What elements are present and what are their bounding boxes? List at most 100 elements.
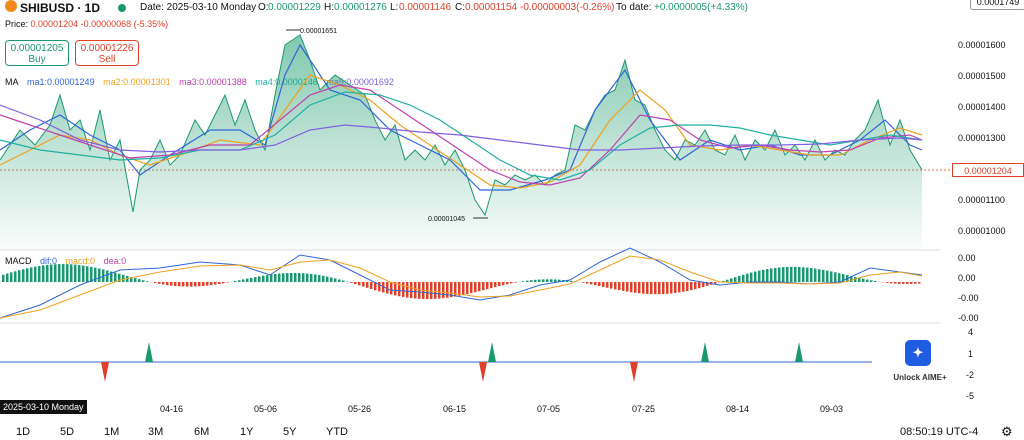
macd-bar — [602, 282, 605, 287]
x-axis-label: 07-05 — [537, 404, 560, 414]
macd-bar — [26, 268, 29, 282]
macd-bar — [318, 275, 321, 282]
macd-value: macd:0 — [66, 256, 96, 266]
macd-bar — [338, 279, 341, 282]
price-axis-label: 0.00001400 — [958, 102, 1018, 112]
macd-bar — [134, 278, 137, 282]
macd-bar — [786, 267, 789, 282]
macd-bar — [314, 274, 317, 282]
macd-bar — [826, 271, 829, 282]
macd-bar — [910, 282, 913, 284]
macd-bar — [686, 282, 689, 291]
macd-bar — [670, 282, 673, 293]
macd-bar — [182, 282, 185, 286]
timeframe-1m[interactable]: 1M — [104, 426, 119, 438]
macd-bar — [874, 281, 877, 282]
macd-bar — [630, 282, 633, 292]
buy-signal-icon — [701, 342, 709, 362]
current-price-badge: 0.00001204 — [952, 163, 1024, 177]
macd-bar — [726, 280, 729, 282]
macd-bar — [466, 282, 469, 294]
macd-bar — [486, 282, 489, 289]
macd-bar — [886, 282, 889, 283]
macd-bar — [246, 279, 249, 282]
macd-bar — [782, 267, 785, 282]
macd-axis-label: 0.00 — [958, 273, 1018, 283]
macd-bar — [470, 282, 473, 293]
timeframe-5d[interactable]: 5D — [60, 426, 74, 438]
macd-bar — [750, 273, 753, 282]
macd-bar — [638, 282, 641, 293]
macd-bar — [78, 265, 81, 282]
macd-bar — [866, 280, 869, 282]
macd-bar — [290, 273, 293, 282]
macd-bar — [298, 273, 301, 282]
macd-bar — [438, 282, 441, 299]
macd-bar — [250, 278, 253, 282]
macd-bar — [694, 282, 697, 289]
macd-bar — [682, 282, 685, 292]
timeframe-1d[interactable]: 1D — [16, 426, 30, 438]
macd-bar — [770, 268, 773, 282]
timeframe-1y[interactable]: 1Y — [240, 426, 253, 438]
macd-bar — [906, 282, 909, 284]
x-axis-label: 08-14 — [726, 404, 749, 414]
macd-bar — [122, 275, 125, 282]
macd-bar — [570, 281, 573, 282]
aime-logo-icon[interactable]: ✦ — [905, 340, 931, 366]
macd-legend: MACD dif:0 macd:0 dea:0 — [5, 256, 132, 266]
macd-bar — [690, 282, 693, 290]
macd-bar — [462, 282, 465, 295]
macd-bar — [526, 281, 529, 282]
macd-bar — [190, 282, 193, 287]
macd-bar — [330, 277, 333, 282]
price-chart[interactable]: 0.00001651 0.00001045 — [0, 0, 1024, 438]
macd-bar — [310, 274, 313, 282]
price-axis-label: 0.00001500 — [958, 71, 1018, 81]
macd-bar — [454, 282, 457, 297]
unlock-aime-link[interactable]: Unlock AIME+ — [880, 373, 960, 382]
timeframe-5y[interactable]: 5Y — [283, 426, 296, 438]
macd-bar — [146, 281, 149, 282]
macd-bar — [902, 282, 905, 284]
signal-axis-label: -5 — [966, 391, 1018, 401]
timeframe-3m[interactable]: 3M — [148, 426, 163, 438]
macd-bar — [666, 282, 669, 294]
macd-bar — [86, 266, 89, 282]
price-axis-label: 0.00001100 — [958, 195, 1018, 205]
macd-bar — [410, 282, 413, 298]
macd-bar — [294, 273, 297, 282]
macd-bar — [178, 282, 181, 286]
macd-bar — [642, 282, 645, 294]
macd-bar — [634, 282, 637, 293]
macd-bar — [490, 282, 493, 288]
macd-bar — [534, 280, 537, 282]
macd-bar — [478, 282, 481, 291]
macd-axis-label: -0.00 — [958, 313, 1018, 323]
x-axis-label: 09-03 — [820, 404, 843, 414]
macd-bar — [214, 282, 217, 285]
macd-bar — [838, 273, 841, 282]
macd-bar — [174, 282, 177, 286]
macd-bar — [46, 265, 49, 282]
macd-bar — [506, 282, 509, 284]
macd-bar — [302, 273, 305, 282]
macd-bar — [482, 282, 485, 290]
macd-axis-label: -0.00 — [958, 293, 1018, 303]
macd-bar — [658, 282, 661, 294]
macd-bar — [238, 280, 241, 282]
price-axis-label: 0.00001000 — [958, 226, 1018, 236]
macd-bar — [626, 282, 629, 292]
ma5-series — [0, 105, 922, 152]
macd-bar — [278, 274, 281, 282]
macd-bar — [222, 282, 225, 283]
timeframe-ytd[interactable]: YTD — [326, 426, 348, 438]
macd-bar — [218, 282, 221, 284]
macd-bar — [662, 282, 665, 294]
macd-bar — [898, 282, 901, 284]
timeframe-6m[interactable]: 6M — [194, 426, 209, 438]
macd-bar — [326, 277, 329, 282]
signal-axis-label: 4 — [968, 327, 1018, 337]
high-annotation: 0.00001651 — [300, 28, 337, 35]
price-axis-label: 0.00001600 — [958, 40, 1018, 50]
